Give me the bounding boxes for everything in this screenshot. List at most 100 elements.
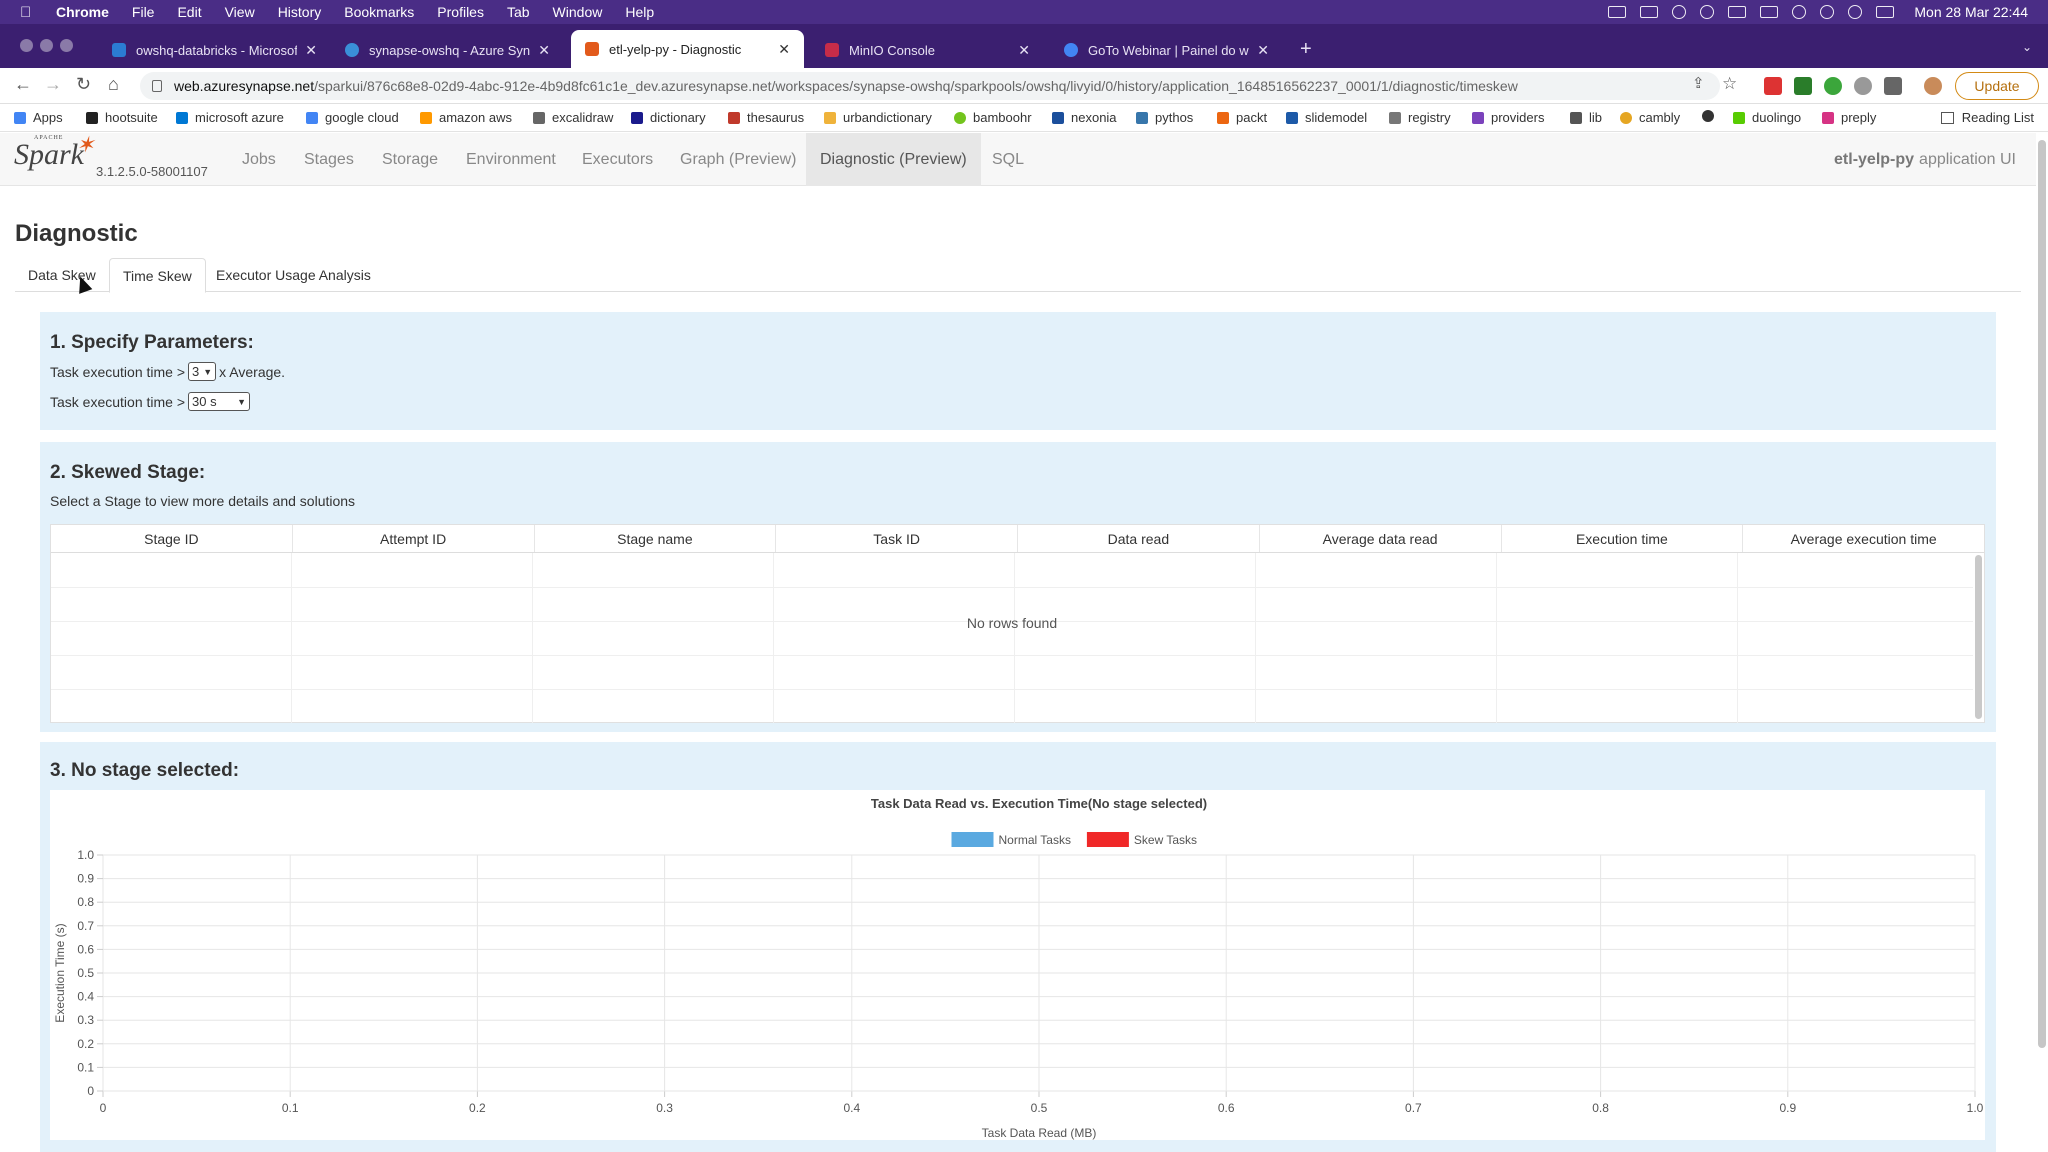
- bookmark-item[interactable]: urbandictionary: [824, 110, 932, 125]
- nav-diagnostic[interactable]: Diagnostic (Preview): [806, 133, 981, 186]
- nav-jobs[interactable]: Jobs: [228, 133, 290, 186]
- screen-icon[interactable]: [1728, 6, 1747, 18]
- bookmark-item[interactable]: [1702, 110, 1721, 122]
- extension-icon[interactable]: [1854, 77, 1872, 95]
- bookmark-item[interactable]: duolingo: [1733, 110, 1801, 125]
- nav-sql[interactable]: SQL: [978, 133, 1038, 186]
- grammarly-icon[interactable]: [1672, 5, 1687, 19]
- menu-help[interactable]: Help: [625, 4, 654, 20]
- bookmark-item[interactable]: pythos: [1136, 110, 1193, 125]
- menu-file[interactable]: File: [132, 4, 155, 20]
- wifi-icon[interactable]: [1820, 5, 1835, 19]
- forward-icon[interactable]: →: [44, 74, 62, 95]
- bookmark-item[interactable]: google cloud: [306, 110, 399, 125]
- table-scrollbar[interactable]: [1975, 555, 1982, 719]
- bookmark-item[interactable]: excalidraw: [533, 110, 613, 125]
- menu-window[interactable]: Window: [553, 4, 603, 20]
- tab-search-icon[interactable]: ⌄: [2022, 40, 2032, 54]
- cloud-icon[interactable]: [1700, 5, 1715, 19]
- control-center-icon[interactable]: [1876, 6, 1895, 18]
- close-window-button[interactable]: [20, 39, 33, 52]
- status-icon[interactable]: [1608, 6, 1627, 18]
- puzzle-icon[interactable]: [1884, 77, 1902, 95]
- reload-icon[interactable]: ↻: [76, 74, 91, 95]
- menu-bookmarks[interactable]: Bookmarks: [344, 4, 414, 20]
- menu-history[interactable]: History: [278, 4, 322, 20]
- column-header[interactable]: Average data read: [1260, 525, 1502, 552]
- column-header[interactable]: Attempt ID: [293, 525, 535, 552]
- multiplier-select[interactable]: 3 ▼: [188, 362, 217, 381]
- apple-icon[interactable]: : [20, 4, 38, 21]
- address-bar[interactable]: web.azuresynapse.net/sparkui/876c68e8-02…: [140, 72, 1720, 100]
- close-tab-icon[interactable]: ✕: [778, 41, 790, 58]
- column-header[interactable]: Execution time: [1502, 525, 1744, 552]
- bookmark-item[interactable]: dictionary: [631, 110, 706, 125]
- new-tab-icon[interactable]: +: [1300, 38, 1312, 61]
- bookmark-item[interactable]: microsoft azure: [176, 110, 284, 125]
- browser-tab-active[interactable]: etl-yelp-py - Diagnostic ✕: [571, 30, 804, 68]
- menu-profiles[interactable]: Profiles: [437, 4, 484, 20]
- column-header[interactable]: Average execution time: [1743, 525, 1984, 552]
- browser-tab[interactable]: owshq-databricks - Microsoft Azure ✕: [98, 32, 331, 68]
- bookmark-item[interactable]: preply: [1822, 110, 1876, 125]
- back-icon[interactable]: ←: [14, 74, 32, 95]
- menu-tab[interactable]: Tab: [507, 4, 530, 20]
- battery-icon[interactable]: [1760, 6, 1779, 18]
- bookmark-item[interactable]: lib: [1570, 110, 1602, 125]
- calendar-icon[interactable]: [1640, 6, 1659, 18]
- bookmark-item[interactable]: cambly: [1620, 110, 1680, 125]
- bookmark-item[interactable]: packt: [1217, 110, 1267, 125]
- extension-icon[interactable]: [1764, 77, 1782, 95]
- bookmark-item[interactable]: providers: [1472, 110, 1544, 125]
- nav-executors[interactable]: Executors: [568, 133, 667, 186]
- tab-executor-usage[interactable]: Executor Usage Analysis: [203, 258, 384, 292]
- bookmark-icon: [728, 111, 740, 124]
- bookmark-item[interactable]: amazon aws: [420, 110, 512, 125]
- column-header[interactable]: Stage name: [535, 525, 777, 552]
- bookmark-item[interactable]: nexonia: [1052, 110, 1117, 125]
- bookmark-item[interactable]: registry: [1389, 110, 1451, 125]
- tab-time-skew[interactable]: Time Skew: [109, 258, 206, 293]
- bookmark-item[interactable]: thesaurus: [728, 110, 804, 125]
- bookmark-item[interactable]: hootsuite: [86, 110, 158, 125]
- nav-stages[interactable]: Stages: [290, 133, 368, 186]
- nav-environment[interactable]: Environment: [452, 133, 570, 186]
- bookmark-star-icon[interactable]: ☆: [1722, 74, 1737, 94]
- menu-app-name[interactable]: Chrome: [56, 4, 109, 20]
- close-tab-icon[interactable]: ✕: [538, 42, 550, 59]
- bookmark-item[interactable]: bamboohr: [954, 110, 1032, 125]
- extension-icon[interactable]: [1794, 77, 1812, 95]
- zoom-window-button[interactable]: [60, 39, 73, 52]
- page-scrollbar[interactable]: [2038, 140, 2046, 1048]
- avatar[interactable]: [1924, 77, 1942, 95]
- bookmark-icon: [631, 111, 643, 124]
- bookmark-apps[interactable]: Apps: [14, 110, 63, 125]
- browser-tab[interactable]: GoTo Webinar | Painel do webinar ✕: [1050, 32, 1283, 68]
- menu-edit[interactable]: Edit: [177, 4, 201, 20]
- spotlight-icon[interactable]: [1848, 5, 1863, 19]
- home-icon[interactable]: ⌂: [108, 74, 119, 95]
- close-tab-icon[interactable]: ✕: [1257, 42, 1269, 59]
- tab-data-skew[interactable]: Data Skew: [15, 258, 109, 292]
- update-button[interactable]: Update: [1955, 72, 2039, 100]
- close-tab-icon[interactable]: ✕: [305, 42, 317, 59]
- share-icon[interactable]: ⇪: [1692, 74, 1705, 92]
- menu-view[interactable]: View: [225, 4, 255, 20]
- minimize-window-button[interactable]: [40, 39, 53, 52]
- threshold-select[interactable]: 30 s ▼: [188, 392, 251, 411]
- bookmark-item[interactable]: slidemodel: [1286, 110, 1367, 125]
- browser-tab[interactable]: synapse-owshq - Azure Synapse Analytics …: [331, 32, 564, 68]
- nav-storage[interactable]: Storage: [368, 133, 452, 186]
- column-header[interactable]: Task ID: [776, 525, 1018, 552]
- reading-list-button[interactable]: Reading List: [1940, 110, 2034, 125]
- close-tab-icon[interactable]: ✕: [1018, 42, 1030, 59]
- column-header[interactable]: Data read: [1018, 525, 1260, 552]
- browser-tab[interactable]: MinIO Console ✕: [811, 32, 1044, 68]
- spark-logo[interactable]: APACHE Spark ✶: [14, 132, 94, 172]
- bluetooth-icon[interactable]: [1792, 5, 1807, 19]
- column-header[interactable]: Stage ID: [51, 525, 293, 552]
- nav-graph[interactable]: Graph (Preview): [666, 133, 810, 186]
- lock-icon[interactable]: [152, 80, 162, 92]
- select-value: 3: [192, 364, 200, 379]
- extension-icon[interactable]: [1824, 77, 1842, 95]
